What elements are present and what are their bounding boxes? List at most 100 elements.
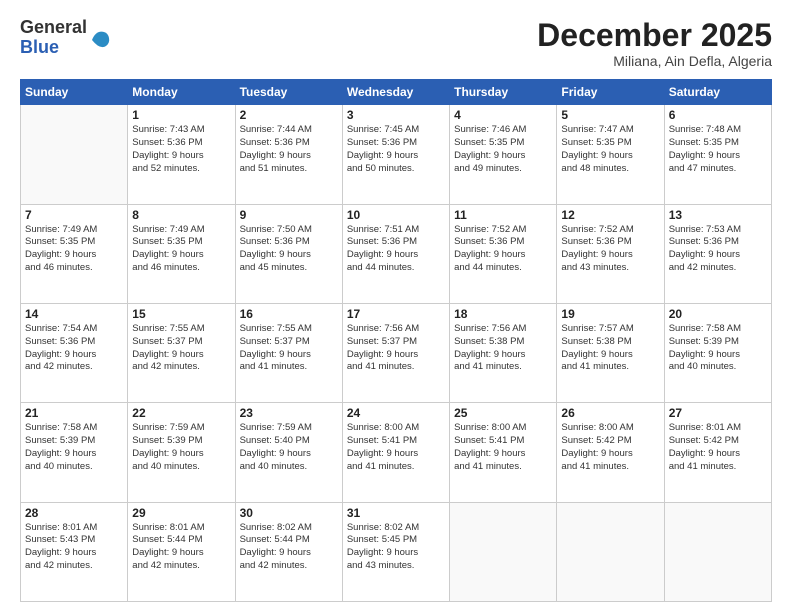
- day-number: 6: [669, 108, 767, 122]
- table-row: 30 Sunrise: 8:02 AMSunset: 5:44 PMDayligh…: [235, 502, 342, 601]
- day-number: 1: [132, 108, 230, 122]
- day-number: 27: [669, 406, 767, 420]
- table-row: [21, 105, 128, 204]
- day-info: Sunrise: 8:02 AMSunset: 5:45 PMDaylight:…: [347, 522, 445, 573]
- table-row: 13Sunrise: 7:53 AMSunset: 5:36 PMDayligh…: [664, 204, 771, 303]
- table-row: 20 Sunrise: 7:58 AMSunset: 5:39 PMDayligh…: [664, 303, 771, 402]
- day-number: 30: [240, 506, 338, 520]
- day-info: Sunrise: 7:57 AMSunset: 5:38 PMDaylight:…: [561, 323, 659, 374]
- table-row: [557, 502, 664, 601]
- table-row: 5 Sunrise: 7:47 AMSunset: 5:35 PMDaylight…: [557, 105, 664, 204]
- day-info: Sunrise: 7:50 AMSunset: 5:36 PMDaylight:…: [240, 224, 338, 275]
- day-number: 8: [132, 208, 230, 222]
- table-row: 19 Sunrise: 7:57 AMSunset: 5:38 PMDayligh…: [557, 303, 664, 402]
- day-info: Sunrise: 7:59 AMSunset: 5:39 PMDaylight:…: [132, 422, 230, 473]
- calendar-header-row: Sunday Monday Tuesday Wednesday Thursday…: [21, 80, 772, 105]
- day-info: Sunrise: 7:51 AMSunset: 5:36 PMDaylight:…: [347, 224, 445, 275]
- table-row: 18 Sunrise: 7:56 AMSunset: 5:38 PMDayligh…: [450, 303, 557, 402]
- day-info: Sunrise: 8:01 AMSunset: 5:44 PMDaylight:…: [132, 522, 230, 573]
- table-row: 6Sunrise: 7:48 AMSunset: 5:35 PMDaylight…: [664, 105, 771, 204]
- day-info: Sunrise: 7:49 AMSunset: 5:35 PMDaylight:…: [132, 224, 230, 275]
- day-info: Sunrise: 8:02 AMSunset: 5:44 PMDaylight:…: [240, 522, 338, 573]
- table-row: 14 Sunrise: 7:54 AMSunset: 5:36 PMDayligh…: [21, 303, 128, 402]
- day-info: Sunrise: 7:52 AMSunset: 5:36 PMDaylight:…: [561, 224, 659, 275]
- logo-blue-text: Blue: [20, 38, 87, 58]
- table-row: 23Sunrise: 7:59 AMSunset: 5:40 PMDayligh…: [235, 403, 342, 502]
- day-number: 22: [132, 406, 230, 420]
- day-number: 15: [132, 307, 230, 321]
- day-info: Sunrise: 7:56 AMSunset: 5:38 PMDaylight:…: [454, 323, 552, 374]
- day-number: 31: [347, 506, 445, 520]
- col-friday: Friday: [557, 80, 664, 105]
- calendar-week-5: 28 Sunrise: 8:01 AMSunset: 5:43 PMDayligh…: [21, 502, 772, 601]
- table-row: 24 Sunrise: 8:00 AMSunset: 5:41 PMDayligh…: [342, 403, 449, 502]
- day-info: Sunrise: 7:55 AMSunset: 5:37 PMDaylight:…: [240, 323, 338, 374]
- day-number: 18: [454, 307, 552, 321]
- day-info: Sunrise: 7:55 AMSunset: 5:37 PMDaylight:…: [132, 323, 230, 374]
- day-info: Sunrise: 7:49 AMSunset: 5:35 PMDaylight:…: [25, 224, 123, 275]
- day-number: 9: [240, 208, 338, 222]
- day-number: 13: [669, 208, 767, 222]
- logo: General Blue: [20, 18, 112, 58]
- day-info: Sunrise: 8:00 AMSunset: 5:42 PMDaylight:…: [561, 422, 659, 473]
- day-info: Sunrise: 7:45 AMSunset: 5:36 PMDaylight:…: [347, 124, 445, 175]
- day-number: 20: [669, 307, 767, 321]
- day-number: 5: [561, 108, 659, 122]
- table-row: 12 Sunrise: 7:52 AMSunset: 5:36 PMDayligh…: [557, 204, 664, 303]
- table-row: 25Sunrise: 8:00 AMSunset: 5:41 PMDayligh…: [450, 403, 557, 502]
- day-number: 11: [454, 208, 552, 222]
- day-info: Sunrise: 7:52 AMSunset: 5:36 PMDaylight:…: [454, 224, 552, 275]
- day-number: 3: [347, 108, 445, 122]
- day-info: Sunrise: 7:56 AMSunset: 5:37 PMDaylight:…: [347, 323, 445, 374]
- day-number: 12: [561, 208, 659, 222]
- table-row: 2Sunrise: 7:44 AMSunset: 5:36 PMDaylight…: [235, 105, 342, 204]
- col-sunday: Sunday: [21, 80, 128, 105]
- day-info: Sunrise: 7:46 AMSunset: 5:35 PMDaylight:…: [454, 124, 552, 175]
- table-row: 31 Sunrise: 8:02 AMSunset: 5:45 PMDayligh…: [342, 502, 449, 601]
- col-wednesday: Wednesday: [342, 80, 449, 105]
- day-number: 17: [347, 307, 445, 321]
- table-row: [450, 502, 557, 601]
- day-number: 4: [454, 108, 552, 122]
- day-number: 24: [347, 406, 445, 420]
- table-row: 21 Sunrise: 7:58 AMSunset: 5:39 PMDayligh…: [21, 403, 128, 502]
- col-monday: Monday: [128, 80, 235, 105]
- table-row: 15 Sunrise: 7:55 AMSunset: 5:37 PMDayligh…: [128, 303, 235, 402]
- table-row: 10Sunrise: 7:51 AMSunset: 5:36 PMDayligh…: [342, 204, 449, 303]
- col-saturday: Saturday: [664, 80, 771, 105]
- month-title: December 2025: [537, 18, 772, 53]
- calendar-week-2: 7 Sunrise: 7:49 AMSunset: 5:35 PMDaylight…: [21, 204, 772, 303]
- logo-general-text: General: [20, 18, 87, 38]
- table-row: 4 Sunrise: 7:46 AMSunset: 5:35 PMDaylight…: [450, 105, 557, 204]
- calendar-week-4: 21 Sunrise: 7:58 AMSunset: 5:39 PMDayligh…: [21, 403, 772, 502]
- day-number: 29: [132, 506, 230, 520]
- day-number: 7: [25, 208, 123, 222]
- day-number: 16: [240, 307, 338, 321]
- table-row: 7 Sunrise: 7:49 AMSunset: 5:35 PMDaylight…: [21, 204, 128, 303]
- day-info: Sunrise: 7:47 AMSunset: 5:35 PMDaylight:…: [561, 124, 659, 175]
- day-info: Sunrise: 7:58 AMSunset: 5:39 PMDaylight:…: [25, 422, 123, 473]
- day-info: Sunrise: 8:00 AMSunset: 5:41 PMDaylight:…: [454, 422, 552, 473]
- day-info: Sunrise: 7:54 AMSunset: 5:36 PMDaylight:…: [25, 323, 123, 374]
- logo-icon: [90, 28, 112, 50]
- table-row: 3 Sunrise: 7:45 AMSunset: 5:36 PMDaylight…: [342, 105, 449, 204]
- table-row: 17 Sunrise: 7:56 AMSunset: 5:37 PMDayligh…: [342, 303, 449, 402]
- table-row: 29 Sunrise: 8:01 AMSunset: 5:44 PMDayligh…: [128, 502, 235, 601]
- title-block: December 2025 Miliana, Ain Defla, Algeri…: [537, 18, 772, 69]
- day-info: Sunrise: 8:00 AMSunset: 5:41 PMDaylight:…: [347, 422, 445, 473]
- table-row: 26Sunrise: 8:00 AMSunset: 5:42 PMDayligh…: [557, 403, 664, 502]
- table-row: 22 Sunrise: 7:59 AMSunset: 5:39 PMDayligh…: [128, 403, 235, 502]
- day-number: 28: [25, 506, 123, 520]
- day-number: 2: [240, 108, 338, 122]
- day-info: Sunrise: 7:58 AMSunset: 5:39 PMDaylight:…: [669, 323, 767, 374]
- col-thursday: Thursday: [450, 80, 557, 105]
- day-number: 21: [25, 406, 123, 420]
- day-number: 14: [25, 307, 123, 321]
- table-row: 28 Sunrise: 8:01 AMSunset: 5:43 PMDayligh…: [21, 502, 128, 601]
- day-info: Sunrise: 7:59 AMSunset: 5:40 PMDaylight:…: [240, 422, 338, 473]
- table-row: 1Sunrise: 7:43 AMSunset: 5:36 PMDaylight…: [128, 105, 235, 204]
- calendar-table: Sunday Monday Tuesday Wednesday Thursday…: [20, 79, 772, 602]
- day-number: 19: [561, 307, 659, 321]
- day-info: Sunrise: 8:01 AMSunset: 5:43 PMDaylight:…: [25, 522, 123, 573]
- table-row: 8 Sunrise: 7:49 AMSunset: 5:35 PMDaylight…: [128, 204, 235, 303]
